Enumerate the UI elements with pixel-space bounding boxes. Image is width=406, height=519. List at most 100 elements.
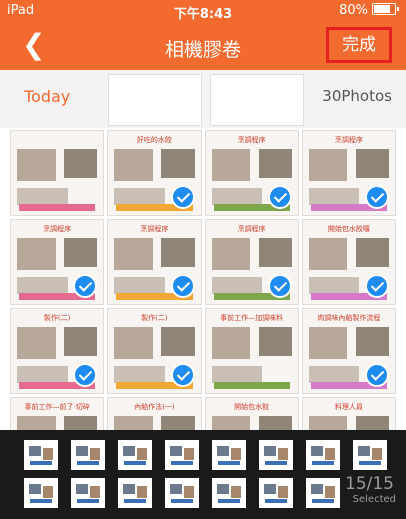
thumbnail-photo [211,327,251,359]
photo-thumbnail[interactable]: 烹調程序 [204,219,299,305]
thumbnail-photo [258,238,292,267]
thumbnail-caption: 料理人員 [334,403,363,411]
thumbnail-photo [17,277,68,294]
header-thumb[interactable] [108,74,202,126]
thumbnail-photo [308,327,348,359]
thumbnail-photo [161,327,195,356]
selected-thumbnail[interactable] [71,478,105,508]
thumbnail-photo [17,238,56,270]
thumbnail-photo [17,188,68,205]
thumbnail-banner [19,204,96,211]
selected-count: 15/15 [345,474,394,494]
photo-thumbnail[interactable]: 製作(二) [107,308,202,394]
thumbnail-photo [211,188,263,205]
selected-thumbnail[interactable] [118,440,152,470]
selected-thumbnail[interactable] [353,440,387,470]
photo-thumbnail[interactable]: 開始包水餃囉 [301,219,396,305]
selected-thumbnail[interactable] [259,478,293,508]
mini-photo [29,484,41,494]
thumbnail-photo [161,238,195,267]
checkmark-icon[interactable] [365,185,389,209]
mini-photo [325,448,335,460]
thumbnail-photo [161,149,195,178]
selected-thumbnail[interactable] [165,478,199,508]
thumbnail-photo [64,238,98,267]
mini-photo [76,484,88,494]
photo-thumbnail[interactable]: 烹調程序 [10,219,105,305]
thumbnail-photo [308,366,360,383]
thumbnail-photo [308,149,348,181]
mini-photo [43,486,53,498]
selected-thumbnail[interactable] [24,478,58,508]
mini-photo [123,484,135,494]
mini-photo [217,446,229,456]
thumbnail-caption: 好吃的水餃 [136,136,172,144]
selected-label: Selected [352,494,396,505]
mini-photo [137,486,147,498]
photo-thumbnail[interactable]: 烹調程序 [301,130,396,216]
checkmark-icon[interactable] [267,274,292,298]
thumbnail-caption: 事前工作—加調味料 [220,314,284,322]
thumbnail-photo [114,366,165,383]
thumbnail-photo [114,327,153,359]
thumbnail-photo [308,188,360,205]
selected-thumbnail[interactable] [165,440,199,470]
photo-count: 30Photos [322,87,392,105]
thumbnail-photo [114,238,153,270]
checkmark-icon[interactable] [170,185,195,209]
thumbnail-caption: 開始包水餃 [234,403,270,411]
photo-thumbnail[interactable]: 製作(二) [10,308,105,394]
mini-photo [76,446,88,456]
checkmark-icon[interactable] [170,363,195,387]
mini-photo [264,446,276,456]
photo-thumbnail[interactable]: 肉調味內餡製作流程 [301,308,396,394]
photo-thumbnail[interactable]: 烹調程序 [204,130,299,216]
mini-photo [231,486,241,498]
mini-photo [124,499,146,503]
mini-photo [218,499,240,503]
selected-thumbnail[interactable] [212,478,246,508]
checkmark-icon[interactable] [170,274,195,298]
mini-photo [312,461,334,465]
section-header: Today 30Photos [0,70,406,128]
mini-photo [77,461,99,465]
thumbnail-caption: 製作(二) [141,314,168,322]
mini-photo [217,484,229,494]
thumbnail-caption: 烹調程序 [140,225,169,233]
thumbnail-caption: 製作(二) [43,314,71,322]
status-bar: iPad 下午8:43 80% [0,0,406,22]
mini-photo [29,446,41,456]
thumbnail-photo [355,149,389,178]
checkmark-icon[interactable] [365,274,389,298]
thumbnail-photo [17,149,56,181]
thumbnail-photo [211,277,263,294]
selected-thumbnail[interactable] [24,440,58,470]
selected-thumbnail[interactable] [259,440,293,470]
thumbnail-photo [17,366,68,383]
mini-photo [358,446,370,456]
thumbnail-photo [64,149,98,178]
selected-thumbnail[interactable] [118,478,152,508]
mini-photo [278,448,288,460]
selected-thumbnail[interactable] [306,440,340,470]
photo-thumbnail[interactable]: 烹調程序 [107,219,202,305]
photo-grid: 好吃的水餃 烹調程序 烹調程序 烹調程序 烹調程序 烹調程序 開始包水餃囉 製作(二) 製作(二… [10,130,396,483]
mini-photo [325,486,335,498]
thumbnail-photo [114,277,165,294]
photo-thumbnail[interactable] [10,130,105,216]
selected-thumbnail[interactable] [306,478,340,508]
selected-thumbnail[interactable] [212,440,246,470]
mini-photo [311,446,323,456]
checkmark-icon[interactable] [267,185,292,209]
mini-photo [231,448,241,460]
thumbnail-banner [213,382,290,389]
header-thumb[interactable] [210,74,304,126]
done-button[interactable]: 完成 [326,27,392,63]
selected-thumbnail[interactable] [71,440,105,470]
photo-thumbnail[interactable]: 好吃的水餃 [107,130,202,216]
photo-thumbnail[interactable]: 事前工作—加調味料 [204,308,299,394]
thumbnail-photo [114,149,153,181]
checkmark-icon[interactable] [365,363,389,387]
today-label: Today [24,87,71,106]
thumbnail-caption: 烹調程序 [237,136,266,144]
